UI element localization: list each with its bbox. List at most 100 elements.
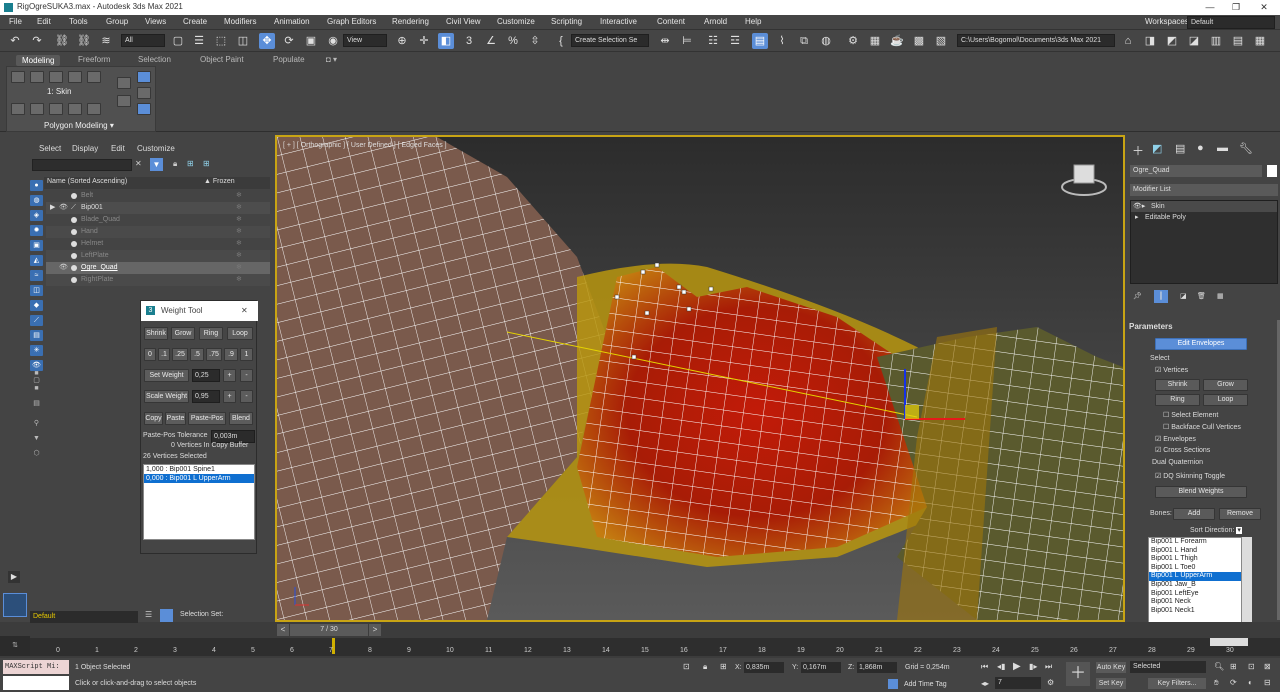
current-frame-field[interactable]: 7 [995,677,1041,689]
grow-button[interactable]: Grow [1203,379,1248,391]
border-mode-icon[interactable] [49,71,63,83]
viewport-nav-icon-7[interactable]: ◐ [1248,678,1253,687]
reference-coordinate-dropdown[interactable]: View [343,34,387,47]
display-spacewarps-icon[interactable]: ≈ [30,270,43,281]
wt-copy-button[interactable]: Copy [144,412,163,425]
snaps-toggle-icon[interactable]: 3 [461,33,477,49]
ribbon-options-icon[interactable]: ◘ ▾ [326,55,337,64]
wt-preset-1[interactable]: 1 [240,348,253,361]
add-time-tag[interactable]: Add Time Tag [904,681,947,688]
select-element-checkbox[interactable]: ☐ Select Element [1163,411,1218,419]
explorer-tool-icon-2[interactable]: ■ [30,383,43,394]
scene-tab-customize[interactable]: Customize [137,144,175,153]
wt-set-weight-button[interactable]: Set Weight [144,369,189,382]
ribbon-tool-icon-8[interactable] [137,71,151,83]
render-production-icon[interactable]: ▩ [911,33,927,49]
rotate-icon[interactable]: ⟳ [281,33,297,49]
menu-interactive[interactable]: Interactive [600,17,637,26]
rendered-frame-icon[interactable]: ▦ [867,33,883,49]
viewport-nav-icon-6[interactable]: ⟳ [1230,678,1237,687]
project-folder-dropdown[interactable]: C:\Users\Bogomol\Documents\3ds Max 2021 [957,34,1115,47]
configure-sets-icon[interactable]: ▦ [1217,292,1224,300]
time-config-icon[interactable]: ⚙ [1047,678,1054,687]
wt-preset-0[interactable]: 0 [144,348,156,361]
wt-paste-pos-button[interactable]: Paste-Pos [188,412,226,425]
scene-row-rightplate[interactable]: RightPlate ❄ [46,274,270,286]
freeze-icon[interactable]: ❄ [236,226,242,238]
menu-help[interactable]: Help [745,17,761,26]
col-frozen[interactable]: ▲ Frozen [204,178,235,185]
vertices-checkbox[interactable]: ☑ Vertices [1155,366,1188,374]
backface-cull-checkbox[interactable]: ☐ Backface Cull Vertices [1163,423,1241,431]
scale-icon[interactable]: ▣ [303,33,319,49]
viewport-nav-icon-5[interactable]: ✋︎ [1214,678,1219,688]
explorer-thumbnail[interactable] [3,593,27,617]
freeze-icon[interactable]: ❄ [236,214,242,226]
select-object-icon[interactable]: ▢ [170,33,186,49]
project-icon[interactable]: ⌂ [1120,33,1136,49]
modifier-list-dropdown[interactable]: Modifier List [1130,184,1278,196]
maxscript-output[interactable] [3,676,69,690]
freeze-icon[interactable]: ❄ [236,190,242,202]
x-coordinate[interactable]: 0,835m [744,662,784,673]
menu-animation[interactable]: Animation [274,17,310,26]
time-slider[interactable]: 7 / 30 [290,624,368,636]
ribbon-tool-icon-1[interactable] [11,103,25,115]
bone-item[interactable]: Bip001 L Thigh [1149,555,1241,564]
bone-item[interactable]: Bip001 Jaw_B [1149,581,1241,590]
wt-set-weight-spinner[interactable]: 0,25 [192,369,220,382]
menu-customize[interactable]: Customize [497,17,535,26]
sort-direction-label[interactable]: Sort Direction: ▾ [1190,526,1242,534]
visibility-eye-icon[interactable]: 👁︎ [59,202,68,214]
freeze-icon[interactable]: ❄ [236,238,242,250]
wt-preset-01[interactable]: .1 [158,348,170,361]
wt-set-weight-minus[interactable]: - [240,369,253,382]
toolbar-extra-icon-5[interactable]: ▤ [1230,33,1246,49]
bind-space-warp-icon[interactable]: ≋ [98,33,114,49]
render-setup-icon[interactable]: ⚙ [845,33,861,49]
select-by-name-icon[interactable]: ☰ [191,33,207,49]
polygon-modeling-dropdown[interactable]: Polygon Modeling ▾ [44,121,114,130]
schematic-view-icon[interactable]: ⧉ [796,33,812,49]
scene-row-belt[interactable]: Belt ❄ [46,190,270,202]
close-icon[interactable]: ✕ [1250,0,1278,15]
z-coordinate[interactable]: 1,868m [857,662,897,673]
display-frozen-icon[interactable]: ✳ [30,345,43,356]
create-selection-set-icon[interactable] [160,609,173,622]
scene-explorer-icon[interactable]: ☷ [705,33,721,49]
wt-shrink-button[interactable]: Shrink [144,327,168,340]
track-bar[interactable] [30,638,1280,656]
display-containers-icon[interactable]: ▤ [30,330,43,341]
keyboard-shortcut-override-icon[interactable]: ◧ [438,33,454,49]
display-bones-icon[interactable]: ⟋ [30,315,43,326]
ribbon-tool-icon-10[interactable] [137,103,151,115]
edit-envelopes-button[interactable]: Edit Envelopes [1155,338,1247,350]
display-shapes-icon[interactable]: ◈ [30,210,43,221]
modify-tab-icon[interactable]: ◩ [1152,142,1162,155]
freeze-icon[interactable]: ❄ [236,274,242,286]
bone-item[interactable]: Bip001 LeftEye [1149,590,1241,599]
edit-named-selection-icon[interactable]: { [553,33,569,49]
menu-views[interactable]: Views [145,17,166,26]
expand-arrow-icon[interactable]: ▶ [50,202,55,214]
link-icon[interactable]: ⛓ [54,33,70,49]
named-selection-dropdown[interactable]: Create Selection Se [571,34,649,47]
display-helpers-icon[interactable]: ◭ [30,255,43,266]
menu-scripting[interactable]: Scripting [551,17,582,26]
undo-icon[interactable]: ↶ [7,33,23,49]
display-geometry-icon[interactable]: ◍ [30,195,43,206]
scene-search-input[interactable] [32,159,132,171]
parameters-title[interactable]: Parameters [1129,322,1173,331]
remove-modifier-icon[interactable]: 🗑︎ [1197,292,1206,300]
hierarchy-tab-icon[interactable]: ▤ [1175,142,1185,155]
bone-item[interactable]: Bip001 L Forearm [1149,538,1241,547]
menu-graph-editors[interactable]: Graph Editors [327,17,376,26]
next-key-icon[interactable]: ▮▸ [1029,662,1037,671]
add-bone-button[interactable]: Add [1173,508,1215,520]
menu-create[interactable]: Create [183,17,207,26]
material-editor-icon[interactable]: ◍ [818,33,834,49]
angle-snap-icon[interactable]: ∠ [483,33,499,49]
explorer-tool-icon-6[interactable]: ⬡ [30,448,43,459]
maximize-icon[interactable]: ❐ [1222,0,1250,15]
menu-content[interactable]: Content [657,17,685,26]
